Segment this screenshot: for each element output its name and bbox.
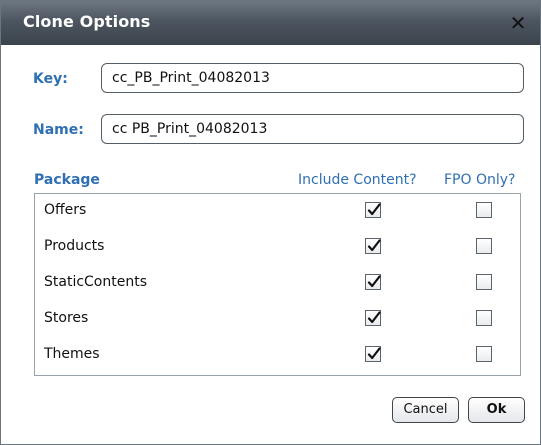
- include-content-checkbox[interactable]: [365, 346, 381, 362]
- fpo-only-checkbox[interactable]: [476, 238, 492, 254]
- fpo-only-checkbox[interactable]: [476, 310, 492, 326]
- fpo-only-checkbox[interactable]: [476, 274, 492, 290]
- table-row: Offers: [35, 194, 520, 230]
- close-icon[interactable]: ✕: [504, 9, 532, 37]
- include-content-checkbox[interactable]: [365, 238, 381, 254]
- table-row: Stores: [35, 302, 520, 338]
- table-row: StaticContents: [35, 266, 520, 302]
- key-input[interactable]: [101, 63, 524, 93]
- dialog-body: Key: Name: Package Include Content? FPO …: [1, 45, 540, 444]
- package-name: StaticContents: [44, 274, 148, 290]
- package-name: Offers: [44, 202, 87, 218]
- include-content-column-header: Include Content?: [298, 172, 417, 188]
- package-column-header: Package: [34, 172, 100, 188]
- fpo-only-column-header: FPO Only?: [444, 172, 516, 188]
- key-label: Key:: [33, 71, 68, 87]
- cancel-button[interactable]: Cancel: [392, 397, 459, 423]
- clone-options-dialog: Clone Options ✕ Key: Name: Package Inclu…: [0, 0, 541, 445]
- table-row: Products: [35, 230, 520, 266]
- include-content-checkbox[interactable]: [365, 274, 381, 290]
- include-content-checkbox[interactable]: [365, 202, 381, 218]
- name-input[interactable]: [101, 114, 524, 144]
- fpo-only-checkbox[interactable]: [476, 346, 492, 362]
- include-content-checkbox[interactable]: [365, 310, 381, 326]
- ok-button[interactable]: Ok: [468, 397, 525, 423]
- fpo-only-checkbox[interactable]: [476, 202, 492, 218]
- package-name: Products: [44, 238, 105, 254]
- name-label: Name:: [33, 122, 84, 138]
- table-row: Themes: [35, 338, 520, 374]
- package-name: Stores: [44, 310, 89, 326]
- dialog-titlebar: Clone Options ✕: [1, 1, 540, 45]
- package-name: Themes: [44, 346, 100, 362]
- dialog-title: Clone Options: [23, 12, 151, 31]
- package-table: Offers Products StaticContents Stores Themes: [34, 193, 521, 376]
